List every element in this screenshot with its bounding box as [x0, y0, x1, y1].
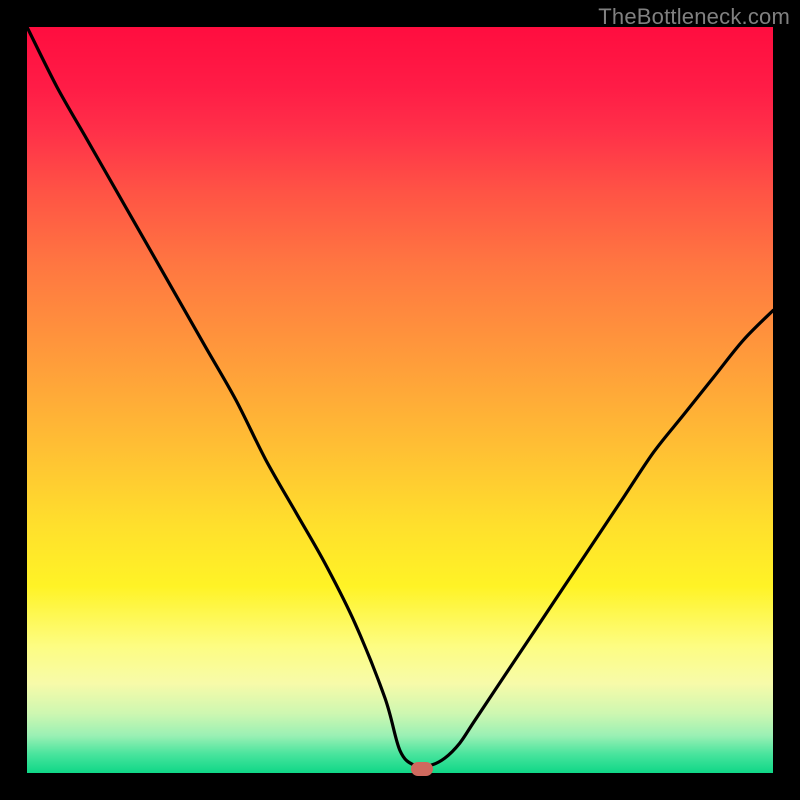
curve-path	[27, 27, 773, 767]
chart-frame: TheBottleneck.com	[0, 0, 800, 800]
optimum-marker	[411, 762, 433, 776]
plot-area	[27, 27, 773, 773]
bottleneck-curve	[27, 27, 773, 773]
watermark-label: TheBottleneck.com	[598, 4, 790, 30]
